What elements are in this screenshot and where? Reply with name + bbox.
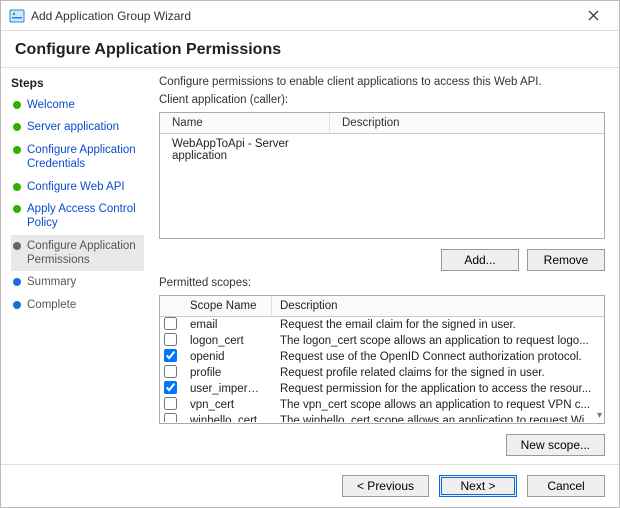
step-item[interactable]: Configure Application Permissions xyxy=(11,235,144,272)
client-app-list[interactable]: Name Description WebAppToApi - Server ap… xyxy=(159,112,605,239)
scope-row[interactable]: winhello_certThe winhello_cert scope all… xyxy=(160,413,604,422)
scope-checkbox-cell xyxy=(160,397,182,413)
step-label: Configure Application Credentials xyxy=(27,143,142,172)
scope-name-cell: email xyxy=(182,319,272,331)
titlebar: Add Application Group Wizard xyxy=(1,1,619,31)
instruction-text: Configure permissions to enable client a… xyxy=(159,76,605,88)
step-item[interactable]: Welcome xyxy=(11,94,144,116)
client-list-header: Name Description xyxy=(160,113,604,134)
new-scope-button[interactable]: New scope... xyxy=(506,434,605,456)
scope-name-cell: openid xyxy=(182,351,272,363)
scope-checkbox[interactable] xyxy=(164,349,177,362)
close-icon xyxy=(588,10,599,21)
step-item[interactable]: Apply Access Control Policy xyxy=(11,198,144,235)
previous-button[interactable]: < Previous xyxy=(342,475,429,497)
scope-name-cell: user_imperso... xyxy=(182,383,272,395)
scope-desc-cell: Request profile related claims for the s… xyxy=(272,367,604,379)
scope-checkbox[interactable] xyxy=(164,397,177,410)
close-button[interactable] xyxy=(575,4,611,28)
step-bullet-icon xyxy=(13,123,21,131)
column-scope-name[interactable]: Scope Name xyxy=(182,296,272,316)
steps-sidebar: Steps Welcome Server application Configure… xyxy=(1,68,149,464)
scope-desc-cell: Request permission for the application t… xyxy=(272,383,604,395)
column-description[interactable]: Description xyxy=(330,113,604,133)
client-buttons: Add... Remove xyxy=(159,245,605,271)
step-item[interactable]: Configure Web API xyxy=(11,176,144,198)
step-label: Configure Web API xyxy=(27,180,125,194)
scope-name-cell: vpn_cert xyxy=(182,399,272,411)
client-row[interactable]: WebAppToApi - Server application xyxy=(160,134,604,166)
scope-checkbox-cell xyxy=(160,413,182,422)
window-title: Add Application Group Wizard xyxy=(31,9,575,23)
cancel-button[interactable]: Cancel xyxy=(527,475,605,497)
step-item[interactable]: Configure Application Credentials xyxy=(11,139,144,176)
wizard-body: Steps Welcome Server application Configure… xyxy=(1,68,619,464)
scope-row[interactable]: logon_certThe logon_cert scope allows an… xyxy=(160,333,604,349)
scopes-body[interactable]: emailRequest the email claim for the sig… xyxy=(160,317,604,422)
client-name-cell: WebAppToApi - Server application xyxy=(160,134,330,166)
scope-name-cell: winhello_cert xyxy=(182,415,272,422)
step-item[interactable]: Server application xyxy=(11,116,144,138)
step-bullet-icon xyxy=(13,183,21,191)
wizard-footer: < Previous Next > Cancel xyxy=(1,464,619,507)
step-bullet-icon xyxy=(13,242,21,250)
remove-button[interactable]: Remove xyxy=(527,249,605,271)
scope-name-cell: logon_cert xyxy=(182,335,272,347)
scope-row[interactable]: profileRequest profile related claims fo… xyxy=(160,365,604,381)
step-bullet-icon xyxy=(13,278,21,286)
scroll-down-icon[interactable]: ▾ xyxy=(597,410,602,421)
step-bullet-icon xyxy=(13,101,21,109)
scope-checkbox[interactable] xyxy=(164,381,177,394)
scope-buttons: New scope... xyxy=(159,430,605,456)
scope-desc-cell: Request the email claim for the signed i… xyxy=(272,319,604,331)
scope-checkbox[interactable] xyxy=(164,317,177,330)
column-checkbox xyxy=(160,296,182,316)
step-label: Complete xyxy=(27,298,76,312)
step-bullet-icon xyxy=(13,301,21,309)
scope-row[interactable]: user_imperso...Request permission for th… xyxy=(160,381,604,397)
scope-row[interactable]: emailRequest the email claim for the sig… xyxy=(160,317,604,333)
scope-checkbox[interactable] xyxy=(164,333,177,346)
scope-checkbox-cell xyxy=(160,381,182,397)
client-app-label: Client application (caller): xyxy=(159,94,605,106)
add-button[interactable]: Add... xyxy=(441,249,519,271)
step-label: Summary xyxy=(27,275,76,289)
next-button[interactable]: Next > xyxy=(439,475,517,497)
scope-desc-cell: Request use of the OpenID Connect author… xyxy=(272,351,604,363)
scopes-header: Scope Name Description xyxy=(160,296,604,317)
scope-checkbox-cell xyxy=(160,349,182,365)
scope-desc-cell: The vpn_cert scope allows an application… xyxy=(272,399,604,411)
scope-desc-cell: The logon_cert scope allows an applicati… xyxy=(272,335,604,347)
scopes-table: Scope Name Description emailRequest the … xyxy=(159,295,605,424)
step-label: Welcome xyxy=(27,98,75,112)
wizard-icon xyxy=(9,8,25,24)
step-label: Apply Access Control Policy xyxy=(27,202,142,231)
scope-checkbox-cell xyxy=(160,333,182,349)
scope-row[interactable]: openidRequest use of the OpenID Connect … xyxy=(160,349,604,365)
scope-checkbox[interactable] xyxy=(164,365,177,378)
step-label: Configure Application Permissions xyxy=(27,239,142,268)
scope-checkbox[interactable] xyxy=(164,413,177,422)
column-name[interactable]: Name xyxy=(160,113,330,133)
column-scope-description[interactable]: Description xyxy=(272,296,604,316)
scope-desc-cell: The winhello_cert scope allows an applic… xyxy=(272,415,604,422)
steps-heading: Steps xyxy=(11,76,144,90)
step-label: Server application xyxy=(27,120,119,134)
scope-checkbox-cell xyxy=(160,317,182,333)
step-item[interactable]: Summary xyxy=(11,271,144,293)
step-bullet-icon xyxy=(13,205,21,213)
step-bullet-icon xyxy=(13,146,21,154)
scope-checkbox-cell xyxy=(160,365,182,381)
main-panel: Configure permissions to enable client a… xyxy=(149,68,619,464)
scope-name-cell: profile xyxy=(182,367,272,379)
scope-row[interactable]: vpn_certThe vpn_cert scope allows an app… xyxy=(160,397,604,413)
page-title: Configure Application Permissions xyxy=(1,31,619,67)
step-item[interactable]: Complete xyxy=(11,294,144,316)
client-desc-cell xyxy=(330,134,604,166)
permitted-scopes-label: Permitted scopes: xyxy=(159,277,605,289)
